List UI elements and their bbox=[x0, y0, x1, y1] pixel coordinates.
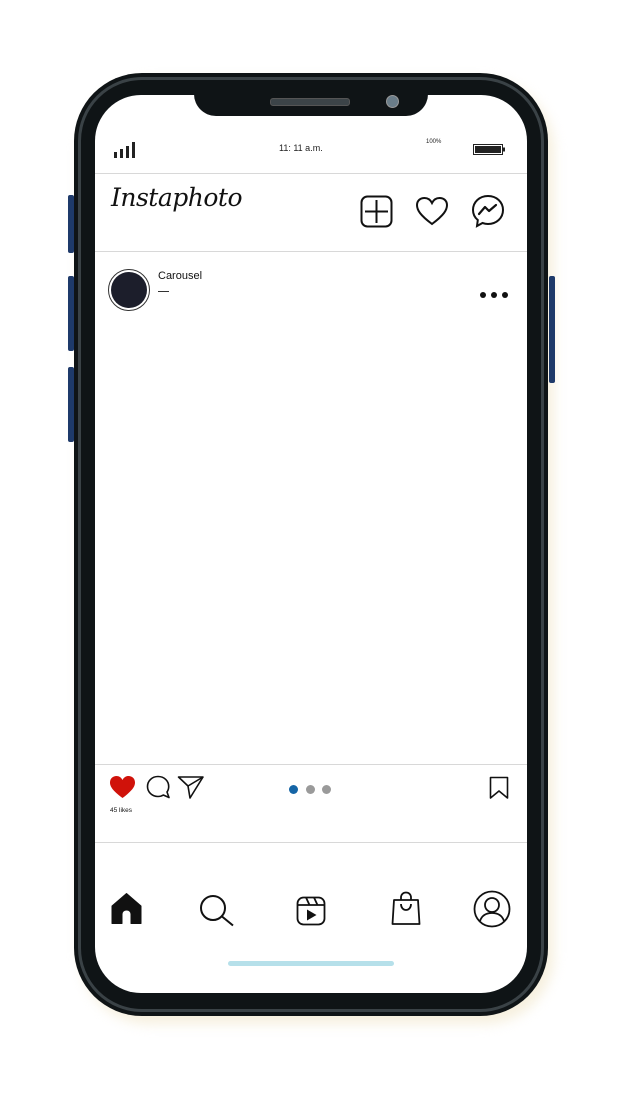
post-username[interactable]: Carousel bbox=[158, 270, 202, 282]
header-divider bbox=[95, 251, 527, 252]
like-heart-icon[interactable] bbox=[109, 775, 136, 799]
reels-icon[interactable] bbox=[296, 896, 326, 926]
phone-screen: 11: 11 a.m. 100% Instaphoto Carousel 45 … bbox=[95, 95, 527, 993]
post-image-area[interactable] bbox=[95, 321, 527, 763]
home-icon[interactable] bbox=[110, 892, 143, 925]
status-time: 11: 11 a.m. bbox=[279, 143, 323, 153]
notch bbox=[194, 88, 428, 116]
status-divider bbox=[95, 173, 527, 174]
silent-switch bbox=[68, 195, 74, 253]
app-logo: Instaphoto bbox=[111, 183, 243, 212]
earpiece-speaker bbox=[270, 98, 350, 106]
battery-percent: 100% bbox=[426, 139, 442, 145]
carousel-dot[interactable] bbox=[322, 785, 331, 794]
bottom-nav-divider bbox=[95, 842, 527, 843]
battery-icon bbox=[473, 144, 505, 155]
post-location-placeholder bbox=[158, 291, 169, 292]
search-icon[interactable] bbox=[199, 895, 235, 928]
status-bar: 11: 11 a.m. 100% bbox=[95, 135, 527, 165]
messenger-icon[interactable] bbox=[471, 194, 505, 228]
avatar[interactable] bbox=[108, 269, 150, 311]
heart-icon[interactable] bbox=[415, 196, 449, 226]
avatar-image bbox=[111, 272, 147, 308]
front-camera bbox=[386, 95, 399, 108]
carousel-dot[interactable] bbox=[306, 785, 315, 794]
signal-icon bbox=[114, 142, 135, 158]
volume-down-button bbox=[68, 367, 74, 442]
post-actions-divider bbox=[95, 764, 527, 765]
comment-icon[interactable] bbox=[146, 775, 171, 800]
volume-up-button bbox=[68, 276, 74, 351]
carousel-dot-active[interactable] bbox=[289, 785, 298, 794]
likes-count: 45 likes bbox=[110, 807, 133, 814]
power-button bbox=[549, 276, 555, 383]
shop-icon[interactable] bbox=[391, 891, 421, 926]
plus-square-icon[interactable] bbox=[360, 195, 393, 228]
bookmark-icon[interactable] bbox=[489, 776, 509, 800]
more-options-icon[interactable] bbox=[479, 291, 509, 299]
share-send-icon[interactable] bbox=[177, 775, 205, 800]
profile-icon[interactable] bbox=[473, 890, 511, 928]
home-indicator[interactable] bbox=[228, 961, 394, 966]
